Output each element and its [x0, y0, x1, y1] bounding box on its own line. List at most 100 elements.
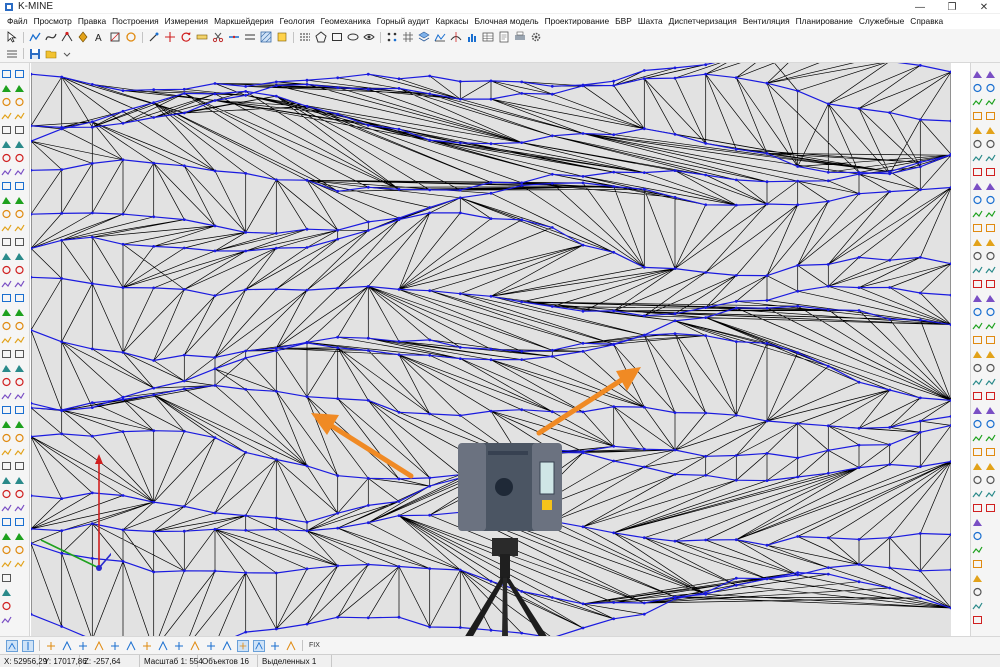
layer-icon[interactable]	[1, 69, 12, 79]
paste-icon[interactable]	[972, 419, 983, 429]
copy-icon[interactable]	[14, 363, 25, 373]
zoom-out-icon[interactable]	[972, 69, 983, 79]
line-icon[interactable]	[985, 489, 996, 499]
copy-icon[interactable]	[985, 293, 996, 303]
snap-icon[interactable]	[386, 31, 398, 43]
point-icon[interactable]	[985, 475, 996, 485]
menu-wireframes[interactable]: Каркасы	[433, 14, 472, 29]
block-icon[interactable]	[972, 209, 983, 219]
polygon-icon[interactable]	[315, 31, 327, 43]
redo-icon[interactable]	[14, 447, 25, 457]
pan-icon[interactable]	[972, 83, 983, 93]
pan-icon[interactable]	[14, 489, 25, 499]
import-icon[interactable]	[985, 195, 996, 205]
trash-icon[interactable]	[14, 349, 25, 359]
chart-icon[interactable]	[985, 223, 996, 233]
section-icon[interactable]	[14, 195, 25, 205]
hatch-icon[interactable]	[260, 31, 272, 43]
snap-vertex-icon[interactable]	[173, 640, 185, 652]
snap-angle-icon[interactable]	[157, 640, 169, 652]
rotate-view-icon[interactable]	[1, 615, 12, 625]
select-icon[interactable]	[972, 559, 983, 569]
section-icon[interactable]	[450, 31, 462, 43]
menu-ventilation[interactable]: Вентиляция	[740, 14, 793, 29]
trash-icon[interactable]	[972, 391, 983, 401]
line-icon[interactable]	[972, 153, 983, 163]
layer-icon[interactable]	[1, 517, 12, 527]
menu-help[interactable]: Справка	[907, 14, 946, 29]
minimize-button[interactable]: —	[904, 0, 936, 14]
menu-constructions[interactable]: Построения	[109, 14, 162, 29]
lock-icon[interactable]	[985, 265, 996, 275]
menu-measurements[interactable]: Измерения	[162, 14, 211, 29]
drill-icon[interactable]	[972, 223, 983, 233]
snap-intersection-icon[interactable]	[77, 640, 89, 652]
hatch-icon[interactable]	[985, 167, 996, 177]
rotate-view-icon[interactable]	[985, 433, 996, 443]
redo-icon[interactable]	[985, 377, 996, 387]
snap-track-icon[interactable]	[269, 640, 281, 652]
wireframe-icon[interactable]	[14, 153, 25, 163]
pan-icon[interactable]	[1, 601, 12, 611]
import-icon[interactable]	[972, 307, 983, 317]
point-icon[interactable]	[77, 31, 89, 43]
snap-endpoint-icon[interactable]	[6, 639, 18, 652]
snap-face-icon[interactable]	[205, 640, 217, 652]
dimension-icon[interactable]	[14, 223, 25, 233]
select-icon[interactable]	[1, 181, 12, 191]
color-icon[interactable]	[972, 363, 983, 373]
settings-icon[interactable]	[1, 503, 12, 513]
filter-icon[interactable]	[1, 419, 12, 429]
surface-icon[interactable]	[985, 69, 996, 79]
lasso-icon[interactable]	[1, 195, 12, 205]
snap-object-icon[interactable]	[253, 639, 265, 652]
wireframe-icon[interactable]	[972, 195, 983, 205]
rectangle-icon[interactable]	[331, 31, 343, 43]
export-icon[interactable]	[14, 251, 25, 261]
drill-icon[interactable]	[14, 181, 25, 191]
paste-icon[interactable]	[1, 489, 12, 499]
curve-icon[interactable]	[45, 31, 57, 43]
rotate-view-icon[interactable]	[972, 545, 983, 555]
menu-utilities[interactable]: Служебные	[856, 14, 907, 29]
join-icon[interactable]	[228, 31, 240, 43]
node-icon[interactable]	[61, 31, 73, 43]
text-icon[interactable]	[985, 139, 996, 149]
drill-icon[interactable]	[985, 111, 996, 121]
hatch-icon[interactable]	[972, 279, 983, 289]
zoom-in-icon[interactable]	[1, 573, 12, 583]
line-icon[interactable]	[972, 601, 983, 611]
filter-icon[interactable]	[972, 349, 983, 359]
undo-icon[interactable]	[14, 433, 25, 443]
point-icon[interactable]	[14, 97, 25, 107]
menu-edit[interactable]: Правка	[75, 14, 109, 29]
dimension-icon[interactable]	[985, 153, 996, 163]
chart-icon[interactable]	[1, 405, 12, 415]
zoom-out-icon[interactable]	[972, 517, 983, 527]
save-icon[interactable]	[29, 48, 41, 60]
color-icon[interactable]	[985, 251, 996, 261]
zoom-out-icon[interactable]	[1, 139, 12, 149]
settings-icon[interactable]	[985, 321, 996, 331]
cursor-icon[interactable]	[6, 31, 18, 43]
surface-icon[interactable]	[1, 251, 12, 261]
undo-icon[interactable]	[972, 475, 983, 485]
eye-icon[interactable]	[363, 31, 375, 43]
chart-icon[interactable]	[14, 293, 25, 303]
table-icon[interactable]	[985, 209, 996, 219]
fix-button[interactable]: FIX	[306, 642, 323, 649]
menu-geomechanics[interactable]: Геомеханика	[318, 14, 374, 29]
pan-icon[interactable]	[972, 531, 983, 541]
rotate-icon[interactable]	[180, 31, 192, 43]
menu-planning[interactable]: Планирование	[793, 14, 856, 29]
menu-mine[interactable]: Шахта	[635, 14, 666, 29]
line-icon[interactable]	[14, 559, 25, 569]
menu-dispatching[interactable]: Диспетчеризация	[666, 14, 740, 29]
cut-icon[interactable]	[212, 31, 224, 43]
snap-ortho-icon[interactable]	[237, 639, 249, 652]
select-icon[interactable]	[985, 447, 996, 457]
block-icon[interactable]	[1, 279, 12, 289]
lock-icon[interactable]	[1, 447, 12, 457]
folder-icon[interactable]	[1, 531, 12, 541]
snap-grid-icon[interactable]	[141, 640, 153, 652]
